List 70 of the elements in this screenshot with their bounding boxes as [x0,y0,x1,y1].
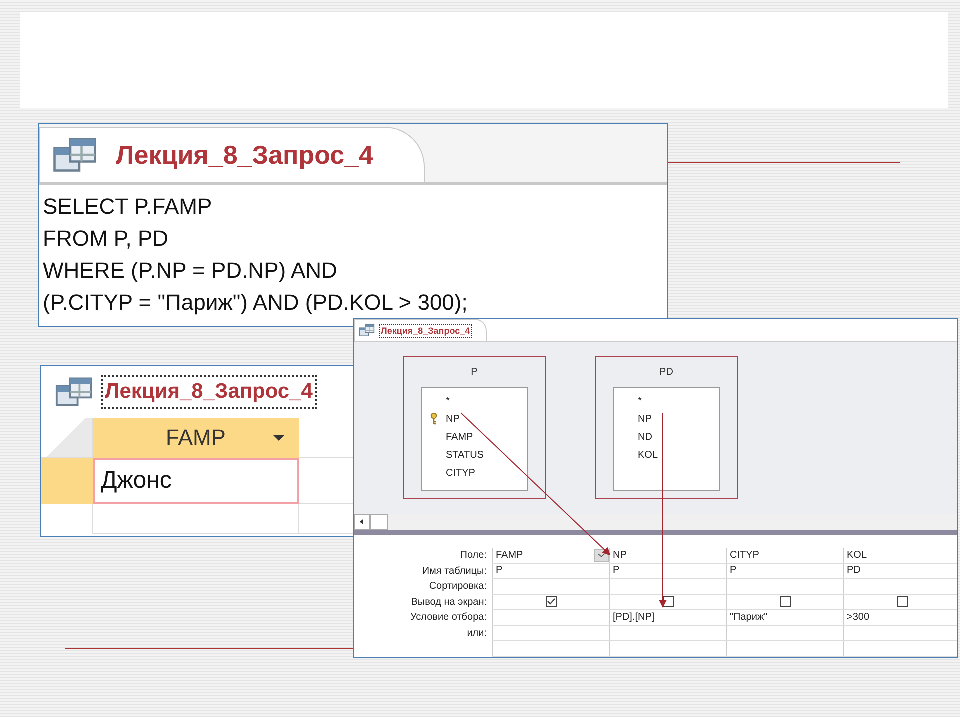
column-header[interactable]: FAMP [93,418,299,458]
table-name: P [471,366,478,378]
grid-cell[interactable] [726,626,843,641]
grid-cell[interactable] [492,641,609,656]
field-name[interactable]: NP [638,414,652,424]
window-tab[interactable]: Лекция_8_Запрос_4 [39,127,424,182]
sql-line: (P.CITYP = "Париж") AND (PD.KOL > 300); [43,289,469,317]
field-name[interactable]: ND [638,432,652,442]
field-name[interactable]: * [638,396,642,406]
grid-cell[interactable] [609,579,726,594]
grid-cell[interactable]: FAMP [492,548,609,564]
grid-cell[interactable] [726,641,843,656]
grid-cell[interactable]: NP [609,548,726,564]
grid-row-label: Вывод на экран: [411,596,487,608]
grid-cell[interactable] [492,594,609,610]
grid-cell[interactable]: KOL [843,548,957,564]
grid-cell[interactable]: P [726,564,843,579]
table-cell[interactable]: Джонс [93,458,299,504]
grid-cell[interactable] [609,594,726,610]
checkbox[interactable] [896,596,908,608]
sql-line: WHERE (P.NP = PD.NP) AND [43,257,338,285]
grid-cell[interactable] [726,579,843,594]
table-cell[interactable] [93,504,299,534]
grid-cell[interactable]: [PD].[NP] [609,610,726,626]
field-name[interactable]: KOL [638,450,658,460]
grid-cell[interactable]: P [492,564,609,579]
table-box[interactable]: PD * NP ND KOL [595,356,738,499]
grid-cell[interactable]: "Париж" [726,610,843,626]
grid-cell[interactable] [843,594,957,610]
field-name[interactable]: NP [446,414,460,424]
field-name[interactable]: FAMP [446,432,474,442]
dropdown-arrow-icon[interactable] [273,435,285,441]
grid-cell[interactable] [609,641,726,656]
sql-line: SELECT P.FAMP [43,193,214,221]
grid-cell[interactable] [492,626,609,641]
grid-cell[interactable] [492,579,609,594]
scrollbar-thumb[interactable] [370,514,388,530]
grid-row-label: Условие отбора: [410,612,487,623]
grid-row-label: или: [467,628,487,638]
window-tab[interactable]: Лекция_8_Запрос_4 [101,375,317,409]
grid-row-label: Сортировка: [429,581,487,592]
tab-title: Лекция_8_Запрос_4 [116,140,374,170]
table-box[interactable]: P * NP FAMP STATUS CITYP [403,356,546,499]
table-icon [359,324,375,337]
grid-cell[interactable] [726,594,843,610]
field-name[interactable]: * [446,396,450,406]
select-all-corner[interactable] [41,418,93,458]
grid-row-label: Имя таблицы: [422,566,487,576]
grid-cell[interactable] [843,641,957,656]
table-icon [52,137,98,173]
field-name[interactable]: STATUS [446,450,484,460]
key-icon [430,413,438,425]
scroll-left-button[interactable] [354,514,370,530]
grid-cell[interactable] [843,579,957,594]
window-tab[interactable]: Лекция_8_Запрос_4 [379,324,472,338]
checkbox[interactable] [546,596,556,608]
table-name: PD [660,366,674,378]
checkbox[interactable] [780,596,790,608]
grid-cell[interactable] [609,626,726,641]
field-name[interactable]: CITYP [446,468,476,478]
row-selector[interactable] [41,458,93,504]
sql-line: FROM P, PD [43,225,170,253]
grid-cell[interactable]: PD [843,564,957,579]
grid-cell[interactable]: P [609,564,726,579]
grid-row-label: Поле: [460,550,487,561]
grid-cell[interactable] [492,610,609,626]
grid-cell[interactable]: CITYP [726,548,843,564]
table-icon [55,376,93,408]
grid-cell[interactable] [843,626,957,641]
grid-cell[interactable]: >300 [843,610,957,626]
